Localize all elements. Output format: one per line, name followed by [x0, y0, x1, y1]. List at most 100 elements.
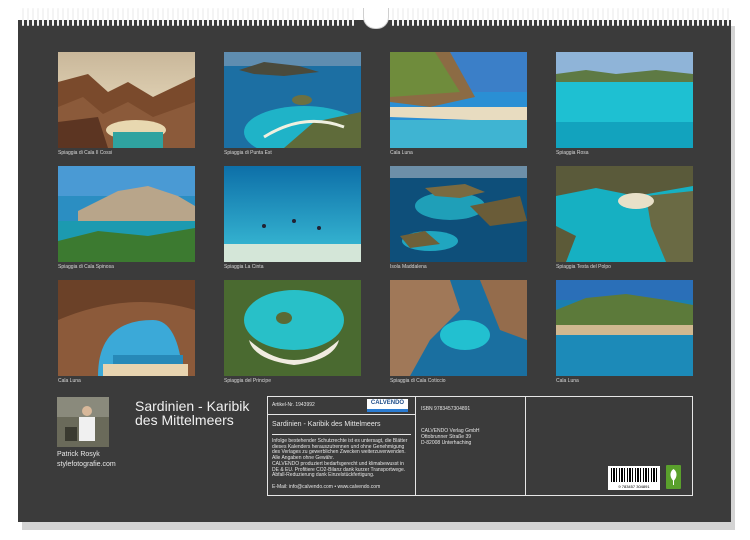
- binding-ring: [572, 8, 574, 26]
- binding-ring: [172, 8, 174, 26]
- binding-ring: [127, 8, 129, 26]
- binding-ring: [162, 8, 164, 26]
- binding-ring: [27, 8, 29, 26]
- binding-ring: [492, 8, 494, 26]
- binding-ring: [187, 8, 189, 26]
- photo-tile-8[interactable]: [556, 166, 693, 262]
- author-photo: [57, 397, 109, 447]
- turquoise-sea-photo: [556, 52, 693, 148]
- binding-ring: [517, 8, 519, 26]
- binding-ring: [422, 8, 424, 26]
- binding-ring: [257, 8, 259, 26]
- photo-tile-7[interactable]: [390, 166, 527, 262]
- binding-ring: [292, 8, 294, 26]
- binding-ring: [282, 8, 284, 26]
- fsc-leaf-icon: [666, 465, 681, 489]
- rocky-bay-photo: [390, 280, 527, 376]
- binding-ring: [487, 8, 489, 26]
- binding-ring: [667, 8, 669, 26]
- binding-ring: [102, 8, 104, 26]
- cove-photo: [58, 52, 195, 148]
- binding-ring: [32, 8, 34, 26]
- binding-ring: [652, 8, 654, 26]
- binding-ring: [597, 8, 599, 26]
- photo-tile-12[interactable]: [556, 280, 693, 376]
- binding-ring: [522, 8, 524, 26]
- binding-ring: [117, 8, 119, 26]
- isbn-barcode: 9 783457 304891: [608, 466, 660, 490]
- binding-ring: [512, 8, 514, 26]
- binding-ring: [167, 8, 169, 26]
- photo-tile-6[interactable]: [224, 166, 361, 262]
- binding-ring: [417, 8, 419, 26]
- lagoon-photo: [224, 52, 361, 148]
- binding-ring: [467, 8, 469, 26]
- article-number: Artikel-Nr. 1943992: [272, 402, 315, 408]
- photo-tile-2[interactable]: [224, 52, 361, 148]
- barcode-number: 9 783457 304891: [618, 484, 650, 489]
- binding-ring: [82, 8, 84, 26]
- binding-ring: [262, 8, 264, 26]
- binding-ring: [97, 8, 99, 26]
- author-website[interactable]: stylefotografie.com: [57, 461, 116, 468]
- granite-coast-photo: [58, 166, 195, 262]
- photo-tile-5[interactable]: [58, 166, 195, 262]
- binding-ring: [437, 8, 439, 26]
- photo-caption-7: Isola Maddalena: [390, 264, 427, 270]
- binding-ring: [142, 8, 144, 26]
- binding-ring: [347, 8, 349, 26]
- binding-ring: [717, 8, 719, 26]
- publisher-city: D-82008 Unterhaching: [421, 440, 472, 446]
- binding-ring: [642, 8, 644, 26]
- archipelago-photo: [390, 166, 527, 262]
- binding-ring: [207, 8, 209, 26]
- binding-ring: [552, 8, 554, 26]
- binding-ring: [122, 8, 124, 26]
- binding-ring: [247, 8, 249, 26]
- binding-ring: [182, 8, 184, 26]
- calvendo-logo: CALVENDO: [367, 399, 408, 412]
- photo-caption-2: Spiaggia di Punta Est: [224, 150, 272, 156]
- binding-ring: [392, 8, 394, 26]
- binding-ring: [62, 8, 64, 26]
- binding-ring: [722, 8, 724, 26]
- binding-ring: [622, 8, 624, 26]
- binding-ring: [92, 8, 94, 26]
- binding-ring: [407, 8, 409, 26]
- binding-ring: [702, 8, 704, 26]
- binding-ring: [647, 8, 649, 26]
- binding-ring: [67, 8, 69, 26]
- photo-tile-4[interactable]: [556, 52, 693, 148]
- binding-ring: [462, 8, 464, 26]
- binding-ring: [677, 8, 679, 26]
- photo-tile-9[interactable]: [58, 280, 195, 376]
- photo-caption-8: Spiaggia Testa del Polpo: [556, 264, 611, 270]
- binding-ring: [152, 8, 154, 26]
- photo-tile-1[interactable]: [58, 52, 195, 148]
- binding-ring: [87, 8, 89, 26]
- photo-caption-6: Spiaggia La Cinta: [224, 264, 264, 270]
- binding-ring: [482, 8, 484, 26]
- binding-ring: [577, 8, 579, 26]
- binding-ring: [582, 8, 584, 26]
- binding-ring: [727, 8, 729, 26]
- photo-tile-3[interactable]: [390, 52, 527, 148]
- photo-caption-3: Cala Luna: [390, 150, 413, 156]
- binding-ring: [222, 8, 224, 26]
- binding-ring: [332, 8, 334, 26]
- contact-email[interactable]: E-Mail: info@calvendo.com • www.calvendo…: [272, 484, 380, 490]
- binding-ring: [217, 8, 219, 26]
- binding-ring: [507, 8, 509, 26]
- binding-ring: [22, 8, 24, 26]
- binding-ring: [227, 8, 229, 26]
- photo-caption-12: Cala Luna: [556, 378, 579, 384]
- photo-tile-11[interactable]: [390, 280, 527, 376]
- binding-ring: [432, 8, 434, 26]
- photo-tile-10[interactable]: [224, 280, 361, 376]
- binding-ring: [77, 8, 79, 26]
- binding-ring: [697, 8, 699, 26]
- binding-ring: [427, 8, 429, 26]
- binding-ring: [472, 8, 474, 26]
- coastline-photo: [556, 280, 693, 376]
- binding-ring: [617, 8, 619, 26]
